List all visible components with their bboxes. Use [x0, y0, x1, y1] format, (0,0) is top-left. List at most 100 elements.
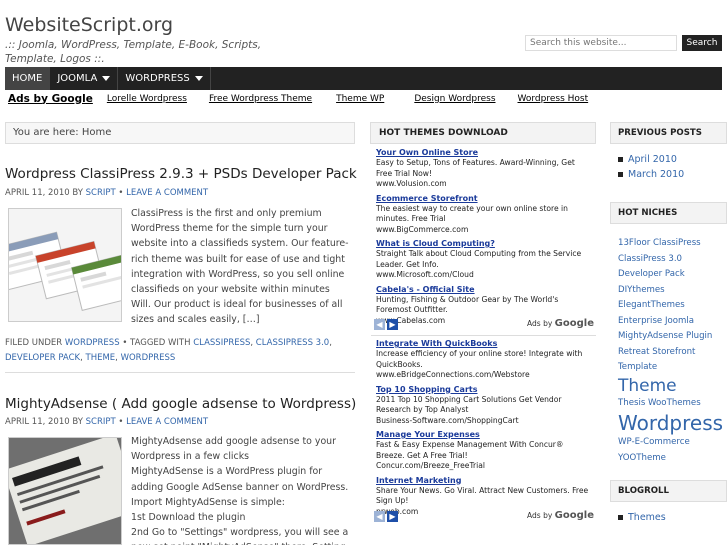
ads-by-text: Ads by [527, 511, 553, 520]
ad-link[interactable]: Design Wordpress [414, 94, 495, 104]
tag-link[interactable]: Retreat Storefront Template [618, 345, 718, 376]
ad-title-link[interactable]: Top 10 Shopping Carts [376, 384, 590, 395]
ad-title-link[interactable]: Internet Marketing [376, 475, 590, 486]
blogroll-heading: BLOGROLL [610, 480, 727, 502]
site-title[interactable]: WebsiteScript.org [5, 14, 173, 36]
tag-link[interactable]: Thesis WooThemes [618, 396, 727, 412]
ad-text: Straight Talk about Cloud Computing from… [376, 249, 582, 269]
ad-text: Increase efficiency of your online store… [376, 349, 583, 369]
ad-title-link[interactable]: Integrate With QuickBooks [376, 338, 590, 349]
tag-link[interactable]: DIYthemes [618, 283, 727, 299]
nav-home[interactable]: HOME [5, 67, 51, 90]
nav-home-label: HOME [12, 73, 43, 84]
ad-title-link[interactable]: Your Own Online Store [376, 147, 590, 158]
nav-wordpress[interactable]: WORDPRESS [118, 67, 211, 90]
post-meta: APRIL 11, 2010 BY SCRIPT • LEAVE A COMME… [5, 188, 208, 198]
post-author-link[interactable]: SCRIPT [86, 188, 116, 198]
category-link[interactable]: WORDPRESS [65, 338, 120, 348]
ad-unit[interactable]: Manage Your Expenses Fast & Easy Expense… [371, 429, 596, 472]
tag-link[interactable]: THEME [86, 353, 116, 363]
post-line: Import MightyAdSense is simple: [131, 496, 285, 508]
ad-title-link[interactable]: What is Cloud Computing? [376, 238, 590, 249]
tag-link[interactable]: 13Floor ClassiPress [618, 236, 727, 252]
search-button[interactable]: Search [682, 35, 722, 51]
post-divider [5, 372, 355, 373]
ad-title-link[interactable]: Manage Your Expenses [376, 429, 590, 440]
post-line: MightyAdSense is a WordPress plugin for … [131, 466, 349, 493]
tag-link[interactable]: YOOTheme [618, 451, 727, 467]
post-title[interactable]: Wordpress ClassiPress 2.9.3 + PSDs Devel… [5, 166, 357, 182]
tag-link[interactable]: Theme [618, 376, 727, 396]
ads-by-text: Ads by [527, 319, 553, 328]
square-bullet-icon [618, 172, 623, 177]
google-logo-text: Google [554, 318, 594, 329]
ad-unit[interactable]: Ecommerce Storefront The easiest way to … [371, 193, 596, 236]
main-nav: HOME JOOMLA WORDPRESS [5, 67, 722, 90]
ad-unit[interactable]: Your Own Online Store Easy to Setup, Ton… [371, 147, 596, 190]
ad-text: The easiest way to create your own onlin… [376, 203, 568, 224]
ads-by-google-label[interactable]: Ads by Google [527, 318, 594, 329]
breadcrumb: You are here: Home [5, 122, 355, 144]
ad-url[interactable]: www.Microsoft.com/Cloud [376, 270, 590, 281]
tag-cloud: 13Floor ClassiPress ClassiPress 3.0 Deve… [618, 236, 727, 466]
post-meta: APRIL 11, 2010 BY SCRIPT • LEAVE A COMME… [5, 417, 208, 427]
blogroll-item[interactable]: Themes [618, 510, 666, 525]
archive-item[interactable]: April 2010 [618, 152, 684, 167]
ad-url[interactable]: www.Volusion.com [376, 179, 590, 190]
ads-by-google-link[interactable]: Ads by Google [8, 93, 93, 105]
ad-footer: ◀ ▶ Ads by Google [371, 510, 596, 524]
archive-link[interactable]: March 2010 [628, 167, 684, 182]
tag-link[interactable]: WORDPRESS [121, 353, 176, 363]
leave-comment-link[interactable]: LEAVE A COMMENT [126, 188, 208, 198]
ad-link[interactable]: Wordpress Host [518, 94, 589, 104]
google-logo-text: Google [554, 510, 594, 521]
leave-comment-link[interactable]: LEAVE A COMMENT [126, 417, 208, 427]
tag-link[interactable]: ClassiPress 3.0 [618, 252, 727, 268]
post-thumbnail[interactable] [8, 437, 122, 545]
post-by-label: BY [72, 417, 83, 427]
ad-url[interactable]: Business-Software.com/ShoppingCart [376, 416, 590, 427]
ad-title-link[interactable]: Ecommerce Storefront [376, 193, 590, 204]
post-thumbnail[interactable] [8, 208, 122, 322]
tag-link[interactable]: WP-E-Commerce [618, 435, 727, 451]
tag-link[interactable]: Enterprise Joomla [618, 314, 727, 330]
google-ad-block: Your Own Online Store Easy to Setup, Ton… [371, 147, 596, 329]
next-ads-arrow-icon[interactable]: ▶ [387, 511, 398, 522]
tag-link[interactable]: Developer Pack [618, 267, 727, 283]
tag-link[interactable]: ElegantThemes [618, 298, 727, 314]
nav-joomla-label: JOOMLA [57, 73, 98, 84]
ad-footer: ◀ ▶ Ads by Google [371, 318, 596, 332]
ad-title-link[interactable]: Cabela's - Official Site [376, 284, 590, 295]
ad-unit[interactable]: Top 10 Shopping Carts 2011 Top 10 Shoppi… [371, 384, 596, 427]
post-date: APRIL 11, 2010 [5, 417, 70, 427]
tag-link[interactable]: CLASSIPRESS 3.0 [256, 338, 329, 348]
ad-url[interactable]: www.BigCommerce.com [376, 225, 590, 236]
ad-link[interactable]: Free Wordpress Theme [209, 94, 312, 104]
post-title[interactable]: MightyAdsense ( Add google adsense to Wo… [5, 396, 356, 412]
tag-link[interactable]: MightyAdsense Plugin [618, 329, 727, 345]
tag-link[interactable]: DEVELOPER PACK [5, 353, 80, 363]
tag-link[interactable]: CLASSIPRESS [193, 338, 250, 348]
ad-link[interactable]: Lorelle Wordpress [107, 94, 187, 104]
google-ad-block: Integrate With QuickBooks Increase effic… [371, 338, 596, 520]
square-bullet-icon [618, 157, 623, 162]
search-input[interactable] [525, 35, 677, 51]
archive-link[interactable]: April 2010 [628, 152, 677, 167]
ad-url[interactable]: Concur.com/Breeze_FreeTrial [376, 461, 590, 472]
ad-text: Easy to Setup, Tons of Features. Award-W… [376, 158, 575, 178]
post-author-link[interactable]: SCRIPT [86, 417, 116, 427]
blogroll-link[interactable]: Themes [628, 510, 666, 525]
next-ads-arrow-icon[interactable]: ▶ [387, 319, 398, 330]
archive-item[interactable]: March 2010 [618, 167, 684, 182]
post-excerpt: ClassiPress is the first and only premiu… [131, 208, 349, 326]
previous-ads-arrow-icon[interactable]: ◀ [374, 319, 385, 330]
ad-link[interactable]: Theme WP [336, 94, 384, 104]
tag-link[interactable]: Wordpress [618, 411, 727, 435]
nav-joomla[interactable]: JOOMLA [50, 67, 119, 90]
ad-url[interactable]: www.eBridgeConnections.com/Webstore [376, 370, 590, 381]
previous-ads-arrow-icon[interactable]: ◀ [374, 511, 385, 522]
ad-unit[interactable]: What is Cloud Computing? Straight Talk a… [371, 238, 596, 281]
ads-by-google-label[interactable]: Ads by Google [527, 510, 594, 521]
hot-themes-heading: HOT THEMES DOWNLOAD [370, 122, 596, 144]
ad-unit[interactable]: Integrate With QuickBooks Increase effic… [371, 338, 596, 381]
